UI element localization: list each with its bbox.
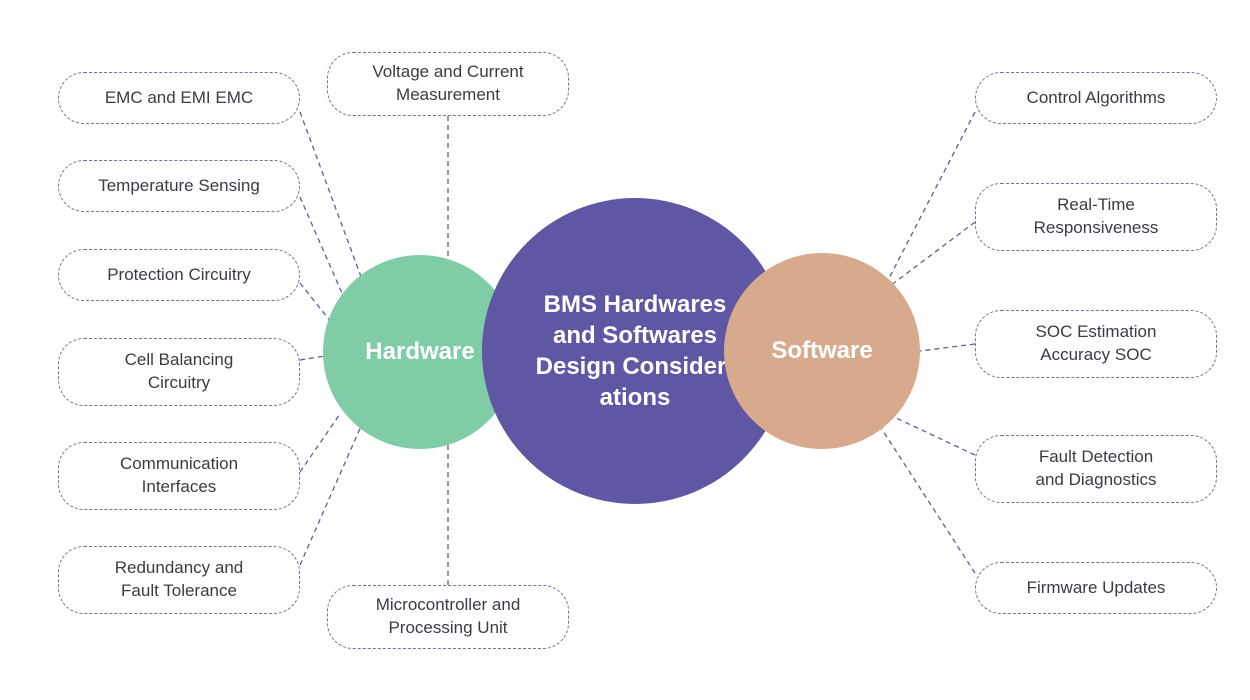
node-real-time-responsiveness[interactable]: Real-Time Responsiveness <box>975 183 1217 251</box>
node-communication-interfaces[interactable]: Communication Interfaces <box>58 442 300 510</box>
node-communication-interfaces-line-2: Interfaces <box>141 477 217 496</box>
node-cell-balancing-circuitry-line-1: Cell Balancing <box>124 350 234 370</box>
node-fault-detection-and-diagnostics-line-2: and Diagnostics <box>1035 470 1157 489</box>
branch-label-software: Software <box>771 337 873 364</box>
connector-redundancy-and-fault-tolerance <box>299 423 363 566</box>
center-title-line-2: and Softwares <box>552 321 718 349</box>
node-fault-detection-and-diagnostics[interactable]: Fault Detection and Diagnostics <box>975 435 1217 503</box>
node-voltage-and-current-measurement-line-1: Voltage and Current <box>372 62 524 82</box>
node-emc-and-emi-emc[interactable]: EMC and EMI EMC <box>58 72 300 124</box>
branch-label-hardware: Hardware <box>365 338 475 365</box>
center-circle-label: BMS Hardwares and Softwares Design Consi… <box>520 289 750 414</box>
node-cell-balancing-circuitry[interactable]: Cell Balancing Circuitry <box>58 338 300 406</box>
center-title-line-1: BMS Hardwares <box>543 290 727 318</box>
node-soc-estimation-accuracy-soc[interactable]: SOC Estimation Accuracy SOC <box>975 310 1217 378</box>
node-temperature-sensing-line-1: Temperature Sensing <box>98 175 260 195</box>
node-voltage-and-current-measurement[interactable]: Voltage and Current Measurement <box>327 52 569 116</box>
node-redundancy-and-fault-tolerance-line-2: Fault Tolerance <box>121 581 237 600</box>
node-redundancy-and-fault-tolerance-line-1: Redundancy and <box>114 558 244 578</box>
center-title-line-4: ations <box>599 384 671 412</box>
node-voltage-and-current-measurement-line-2: Measurement <box>396 85 500 104</box>
node-cell-balancing-circuitry-line-2: Circuitry <box>147 373 211 392</box>
node-microcontroller-and-processing-unit[interactable]: Microcontroller and Processing Unit <box>327 585 569 649</box>
connector-soc-estimation-accuracy-soc <box>919 343 976 352</box>
node-firmware-updates-line-1: Firmware Updates <box>1026 577 1166 597</box>
diagram-canvas: Hardware BMS Hardwares and Softwares Des… <box>0 0 1250 700</box>
node-microcontroller-and-processing-unit-line-1: Microcontroller and <box>375 595 521 615</box>
connector-temperature-sensing <box>299 196 346 301</box>
node-soc-estimation-accuracy-soc-line-2: Accuracy SOC <box>1040 345 1152 364</box>
node-redundancy-and-fault-tolerance[interactable]: Redundancy and Fault Tolerance <box>58 546 300 614</box>
node-microcontroller-and-processing-unit-line-2: Processing Unit <box>388 618 508 637</box>
node-communication-interfaces-line-1: Communication <box>119 454 239 474</box>
node-protection-circuitry-line-1: Protection Circuitry <box>107 264 251 284</box>
connector-communication-interfaces <box>299 413 341 473</box>
center-title-line-3: Design Consider- <box>535 353 735 380</box>
node-real-time-responsiveness-line-1: Real-Time <box>1057 195 1135 215</box>
node-firmware-updates[interactable]: Firmware Updates <box>975 562 1217 614</box>
connector-control-algorithms <box>884 111 976 287</box>
connector-firmware-updates <box>871 413 976 574</box>
node-fault-detection-and-diagnostics-line-1: Fault Detection <box>1038 447 1154 467</box>
node-soc-estimation-accuracy-soc-line-1: SOC Estimation <box>1035 322 1157 342</box>
node-protection-circuitry[interactable]: Protection Circuitry <box>58 249 300 301</box>
node-temperature-sensing[interactable]: Temperature Sensing <box>58 160 300 212</box>
connector-emc-and-emi-emc <box>299 111 364 283</box>
branch-circle-software[interactable]: Software <box>724 253 920 449</box>
node-emc-and-emi-emc-line-1: EMC and EMI EMC <box>104 87 254 107</box>
node-control-algorithms[interactable]: Control Algorithms <box>975 72 1217 124</box>
node-real-time-responsiveness-line-2: Responsiveness <box>1033 218 1159 237</box>
node-control-algorithms-line-1: Control Algorithms <box>1026 87 1166 107</box>
